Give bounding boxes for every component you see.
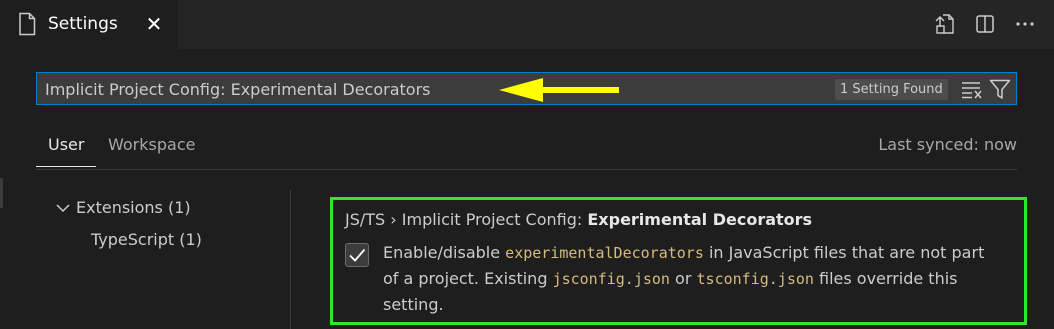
close-icon[interactable]: ✕ xyxy=(144,13,164,35)
divider xyxy=(36,169,1017,170)
setting-title: JS/TS › Implicit Project Config: Experim… xyxy=(345,210,812,229)
check-icon xyxy=(349,248,366,262)
split-editor-icon[interactable] xyxy=(974,12,996,36)
setting-description: Enable/disable experimentalDecorators in… xyxy=(383,240,993,318)
toc-item-typescript[interactable]: TypeScript (1) xyxy=(91,230,202,249)
code-tsconfig: tsconfig.json xyxy=(696,270,814,288)
settings-toc: Extensions (1) TypeScript (1) xyxy=(36,190,290,329)
settings-tab[interactable]: Settings ✕ xyxy=(0,0,178,49)
setting-name: Experimental Decorators xyxy=(587,210,813,229)
tab-user[interactable]: User xyxy=(35,135,98,169)
annotation-arrow-icon xyxy=(499,78,619,102)
settings-search-input[interactable]: Implicit Project Config: Experimental De… xyxy=(36,72,1017,105)
setting-breadcrumb: JS/TS › Implicit Project Config: xyxy=(345,210,588,229)
clear-filter-icon[interactable] xyxy=(961,79,983,99)
code-jsconfig: jsconfig.json xyxy=(552,270,670,288)
tab-workspace[interactable]: Workspace xyxy=(108,135,195,169)
toc-item-label: Extensions (1) xyxy=(76,198,191,217)
setting-item: JS/TS › Implicit Project Config: Experim… xyxy=(330,197,1027,325)
code-experimental-decorators: experimentalDecorators xyxy=(505,244,704,262)
description-text: or xyxy=(669,269,697,288)
chevron-down-icon xyxy=(56,198,76,217)
setting-checkbox[interactable] xyxy=(345,243,369,267)
tab-title: Settings xyxy=(48,14,118,34)
file-icon xyxy=(19,12,36,36)
description-text: Enable/disable xyxy=(383,243,506,262)
sync-status: Last synced: now xyxy=(878,135,1017,154)
window-edge xyxy=(0,178,3,208)
more-actions-icon[interactable] xyxy=(1014,12,1036,36)
editor-actions xyxy=(934,12,1036,36)
toc-sash[interactable] xyxy=(290,190,291,329)
result-count-badge: 1 Setting Found xyxy=(835,79,948,100)
toc-item-extensions[interactable]: Extensions (1) xyxy=(56,198,191,217)
filter-icon[interactable] xyxy=(989,78,1011,100)
editor-tab-bar: Settings ✕ xyxy=(0,0,1054,49)
open-settings-json-icon[interactable] xyxy=(934,12,956,36)
settings-scope-tabs: User Workspace Last synced: now xyxy=(35,135,1017,170)
search-query: Implicit Project Config: Experimental De… xyxy=(45,80,431,99)
